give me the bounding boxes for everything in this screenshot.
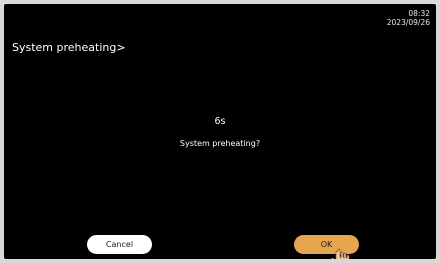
clock-date: 2023/09/26 — [386, 18, 430, 27]
hand-pointer-icon — [331, 248, 350, 259]
countdown-timer: 6s — [214, 116, 226, 127]
device-screen: 08:32 2023/09/26 System preheating> 6s S… — [4, 4, 436, 259]
page-title[interactable]: System preheating> — [12, 41, 126, 54]
status-clock: 08:32 2023/09/26 — [387, 9, 430, 27]
clock-time: 08:32 — [408, 9, 430, 18]
cancel-button[interactable]: Cancel — [87, 235, 152, 254]
confirm-message: System preheating? — [179, 139, 261, 148]
